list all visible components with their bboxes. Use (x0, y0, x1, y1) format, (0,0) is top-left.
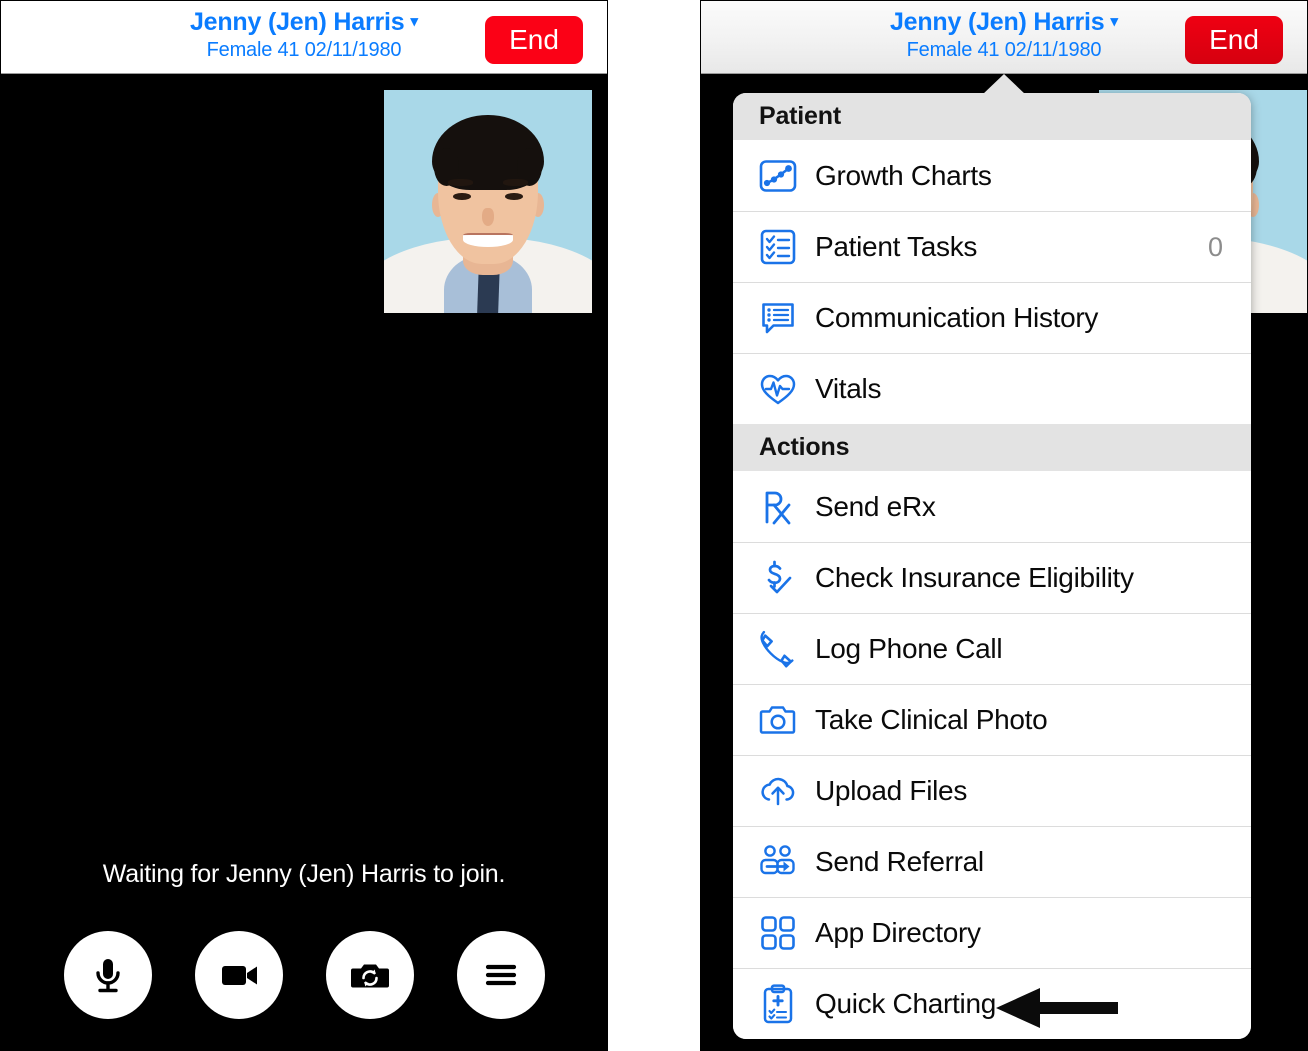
menu-item-label: Patient Tasks (815, 231, 978, 262)
popover-pointer-arrow (982, 74, 1026, 95)
menu-item-check-insurance-eligibility[interactable]: Check Insurance Eligibility (733, 542, 1251, 613)
menu-item-label: Communication History (815, 302, 1099, 333)
patient-name-label: Jenny (Jen) Harris (889, 8, 1105, 36)
heart-pulse-icon (755, 366, 801, 412)
menu-item-count: 0 (1207, 231, 1223, 262)
clipboard-plus-icon (755, 981, 801, 1027)
left-pointing-arrow-annotation (996, 988, 1118, 1028)
menu-item-send-referral[interactable]: Send Referral (733, 826, 1251, 897)
microphone-icon (95, 959, 120, 993)
menu-item-quick-charting[interactable]: Quick Charting (733, 968, 1251, 1039)
camera-flip-icon (350, 964, 389, 988)
menu-item-upload-files[interactable]: Upload Files (733, 755, 1251, 826)
waiting-status-text: Waiting for Jenny (Jen) Harris to join. (102, 860, 506, 888)
menu-item-vitals[interactable]: Vitals (733, 353, 1251, 424)
menu-item-label: Send Referral (815, 846, 984, 877)
menu-item-take-clinical-photo[interactable]: Take Clinical Photo (733, 684, 1251, 755)
provider-portrait-photo (384, 90, 592, 313)
send-referral-icon (755, 839, 801, 885)
screenshot-root: Jenny (Jen) Harris ▾ Female 41 02/11/1980… (0, 0, 1308, 1051)
dollar-check-icon (755, 555, 801, 601)
more-menu-button[interactable] (456, 931, 545, 1019)
chevron-down-icon: ▾ (1110, 13, 1119, 30)
flip-camera-button[interactable] (325, 931, 414, 1019)
camera-button[interactable] (194, 931, 283, 1019)
task-list-icon (755, 224, 801, 270)
video-stage-left: Waiting for Jenny (Jen) Harris to join. (1, 74, 607, 1050)
menu-item-label: Take Clinical Photo (815, 704, 1048, 735)
chevron-down-icon: ▾ (410, 13, 419, 30)
menu-item-label: Growth Charts (815, 159, 992, 191)
cloud-upload-icon (755, 768, 801, 814)
patient-actions-popover: Patient Growth Charts Patient Tasks 0 Co… (733, 93, 1251, 1039)
prescription-rx-icon (755, 484, 801, 530)
menu-section-header-actions: Actions (733, 424, 1251, 471)
camera-icon (755, 697, 801, 743)
growth-chart-icon (755, 153, 801, 199)
video-call-panel-before: Jenny (Jen) Harris ▾ Female 41 02/11/1980… (0, 0, 608, 1051)
menu-item-growth-charts[interactable]: Growth Charts (733, 140, 1251, 211)
menu-item-label: Upload Files (815, 775, 968, 806)
call-controls-row (1, 931, 607, 1019)
self-view-thumbnail[interactable] (384, 90, 592, 313)
grid-apps-icon (755, 910, 801, 956)
menu-item-app-directory[interactable]: App Directory (733, 897, 1251, 968)
hamburger-menu-icon (485, 964, 516, 986)
menu-item-label: App Directory (815, 917, 981, 948)
call-header-right: Jenny (Jen) Harris ▾ Female 41 02/11/1980… (701, 1, 1307, 74)
microphone-button[interactable] (63, 931, 152, 1019)
end-call-button[interactable]: End (1185, 16, 1283, 64)
video-call-panel-after: Jenny (Jen) Harris ▾ Female 41 02/11/1980… (700, 0, 1308, 1051)
chat-history-icon (755, 295, 801, 341)
menu-item-log-phone-call[interactable]: Log Phone Call (733, 613, 1251, 684)
menu-item-label: Log Phone Call (815, 633, 1003, 664)
menu-section-header-patient: Patient (733, 93, 1251, 140)
phone-icon (755, 626, 801, 672)
menu-item-label: Check Insurance Eligibility (815, 562, 1134, 593)
patient-name-label: Jenny (Jen) Harris (189, 8, 405, 36)
menu-item-send-erx[interactable]: Send eRx (733, 471, 1251, 542)
menu-item-label: Send eRx (815, 490, 936, 522)
video-camera-icon (221, 966, 257, 985)
menu-item-label: Vitals (815, 373, 882, 404)
call-header-left: Jenny (Jen) Harris ▾ Female 41 02/11/1980… (1, 1, 607, 74)
end-call-button[interactable]: End (485, 16, 583, 64)
menu-item-patient-tasks[interactable]: Patient Tasks 0 (733, 211, 1251, 282)
menu-item-communication-history[interactable]: Communication History (733, 282, 1251, 353)
